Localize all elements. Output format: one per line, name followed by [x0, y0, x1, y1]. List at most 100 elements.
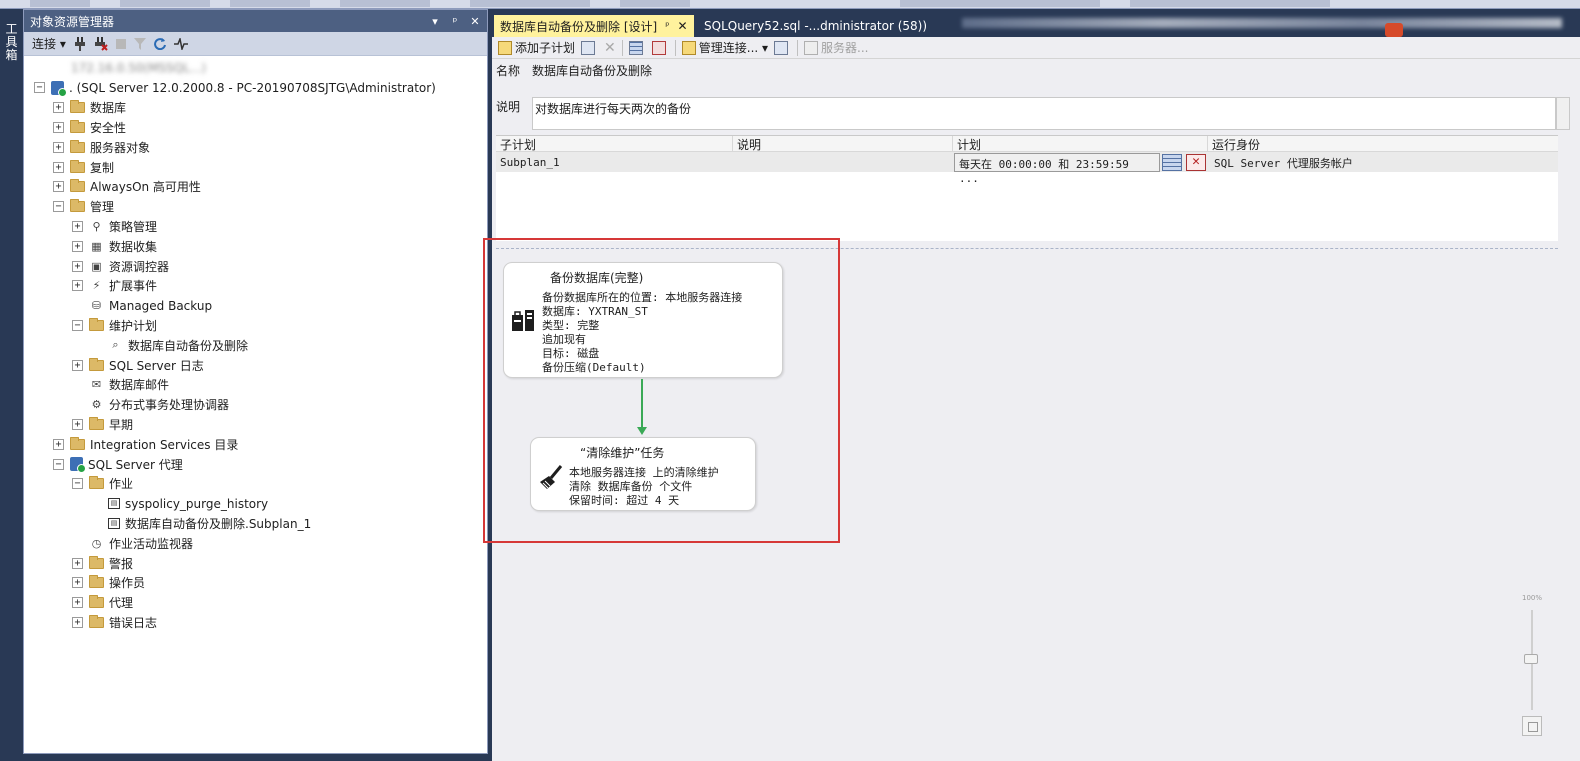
- servers-button[interactable]: 服务器...: [804, 39, 869, 56]
- tree-node[interactable]: + ▣ 资源调控器: [72, 256, 169, 276]
- description-scrollbar[interactable]: [1556, 97, 1570, 130]
- expand-icon[interactable]: +: [72, 220, 83, 232]
- activity-monitor-icon[interactable]: [173, 37, 188, 50]
- pin-icon[interactable]: ᵖ: [665, 21, 669, 32]
- precedence-connector[interactable]: [641, 379, 643, 429]
- tree-node[interactable]: ◷ 作业活动监视器: [72, 533, 193, 553]
- tree-node[interactable]: + 数据库: [53, 98, 126, 118]
- tree-node-label[interactable]: 管理: [90, 198, 114, 215]
- expand-icon[interactable]: +: [72, 557, 83, 569]
- tree-node-label[interactable]: 分布式事务处理协调器: [109, 396, 229, 413]
- tree-node[interactable]: + 代理: [72, 593, 133, 613]
- tree-node[interactable]: ⚙ 分布式事务处理协调器: [72, 395, 229, 415]
- column-header-run-as[interactable]: 运行身份: [1208, 136, 1558, 152]
- tree-node-label[interactable]: . (SQL Server 12.0.2000.8 - PC-20190708S…: [69, 81, 436, 95]
- tree-node-label[interactable]: 错误日志: [109, 614, 157, 631]
- expand-icon[interactable]: +: [53, 121, 64, 133]
- tree-node[interactable]: + 复制: [53, 157, 114, 177]
- run-as-cell[interactable]: SQL Server 代理服务帐户: [1214, 155, 1353, 171]
- manage-connections-button[interactable]: 管理连接... ▾: [681, 39, 768, 56]
- tree-node-label[interactable]: 作业活动监视器: [109, 535, 193, 552]
- tree-node-label[interactable]: 策略管理: [109, 218, 157, 235]
- tree-node-label[interactable]: 扩展事件: [109, 277, 157, 294]
- expand-icon[interactable]: +: [72, 597, 83, 609]
- expand-icon[interactable]: +: [53, 438, 64, 450]
- tree-node[interactable]: − 维护计划: [72, 315, 157, 335]
- tree-node[interactable]: + ▦ 数据收集: [72, 236, 157, 256]
- tree-node[interactable]: − . (SQL Server 12.0.2000.8 - PC-20190708…: [34, 78, 436, 98]
- tree-node-label[interactable]: Integration Services 目录: [90, 436, 238, 453]
- collapse-icon[interactable]: −: [53, 201, 64, 213]
- tree-node[interactable]: − 管理: [53, 197, 114, 217]
- refresh-icon[interactable]: [153, 37, 166, 50]
- tree-node[interactable]: + Integration Services 目录: [53, 434, 238, 454]
- tree-node[interactable]: ✉ 数据库邮件: [72, 375, 169, 395]
- tree-node-label[interactable]: 早期: [109, 416, 133, 433]
- tree-node[interactable]: ▤ syspolicy_purge_history: [91, 494, 268, 514]
- expand-icon[interactable]: +: [53, 161, 64, 173]
- remove-schedule-button[interactable]: ✕: [1186, 154, 1206, 171]
- connect-button[interactable]: 连接 ▾: [32, 35, 66, 52]
- expand-icon[interactable]: +: [72, 577, 83, 589]
- tab-label[interactable]: 数据库自动备份及删除 [设计]: [500, 18, 657, 35]
- tree-node-label[interactable]: 作业: [109, 475, 133, 492]
- tree-node-label[interactable]: Managed Backup: [109, 299, 212, 313]
- tab-sqlquery52[interactable]: SQLQuery52.sql -...dministrator (58)): [698, 15, 958, 37]
- zoom-slider-thumb[interactable]: [1524, 654, 1538, 664]
- tree-node[interactable]: 172.16.0.50(MSSQL...): [34, 58, 206, 78]
- cleanup-task[interactable]: “清除维护”任务 本地服务器连接 上的清除维护 清除 数据库备份 个文件 保留时…: [530, 437, 756, 511]
- expand-icon[interactable]: +: [72, 240, 83, 252]
- tree-node-label[interactable]: SQL Server 代理: [88, 456, 183, 473]
- tree-node-label[interactable]: 代理: [109, 594, 133, 611]
- tree-node[interactable]: ⛁ Managed Backup: [72, 296, 212, 316]
- expand-icon[interactable]: +: [53, 181, 64, 193]
- tab-maintenance-plan-design[interactable]: 数据库自动备份及删除 [设计] ᵖ ✕: [494, 15, 694, 37]
- toolbox-label[interactable]: 工具箱: [3, 23, 20, 62]
- design-canvas[interactable]: 备份数据库(完整) 备份数据库所在的位置: 本地服务器连接 数据库: YXTRA…: [483, 238, 1558, 756]
- column-header-description[interactable]: 说明: [733, 136, 953, 152]
- tree-node[interactable]: + 安全性: [53, 117, 126, 137]
- tree-node-label[interactable]: 服务器对象: [90, 139, 150, 156]
- schedule-calendar-button[interactable]: [1162, 154, 1182, 171]
- tree-node[interactable]: + ⚲ 策略管理: [72, 216, 157, 236]
- tree-node[interactable]: + AlwaysOn 高可用性: [53, 177, 201, 197]
- tree-node[interactable]: ▤ 数据库自动备份及删除.Subplan_1: [91, 513, 311, 533]
- tree-node[interactable]: + 早期: [72, 414, 133, 434]
- zoom-control[interactable]: 100%: [1518, 594, 1546, 744]
- disconnect-icon[interactable]: [94, 36, 108, 51]
- tree-node[interactable]: + ⚡ 扩展事件: [72, 276, 157, 296]
- expand-icon[interactable]: +: [53, 102, 64, 114]
- expand-icon[interactable]: +: [53, 141, 64, 153]
- tree-node-label[interactable]: syspolicy_purge_history: [125, 497, 268, 511]
- expand-icon[interactable]: +: [72, 616, 83, 628]
- tree-node[interactable]: + 错误日志: [72, 612, 157, 632]
- connect-plug-icon[interactable]: [74, 36, 86, 51]
- zoom-to-fit-icon[interactable]: [1522, 716, 1542, 736]
- tab-label[interactable]: SQLQuery52.sql -...dministrator (58)): [704, 19, 927, 33]
- tree-node-label[interactable]: 安全性: [90, 119, 126, 136]
- collapse-icon[interactable]: −: [53, 458, 64, 470]
- close-icon[interactable]: ✕: [677, 19, 687, 33]
- backup-database-task[interactable]: 备份数据库(完整) 备份数据库所在的位置: 本地服务器连接 数据库: YXTRA…: [503, 262, 783, 378]
- expand-icon[interactable]: +: [72, 418, 83, 430]
- tree-node-label[interactable]: 数据库自动备份及删除: [128, 337, 248, 354]
- tree-node-label[interactable]: 警报: [109, 555, 133, 572]
- tree-node-label[interactable]: 172.16.0.50(MSSQL...): [71, 61, 206, 75]
- tree-node[interactable]: + SQL Server 日志: [72, 355, 204, 375]
- tree-node[interactable]: − SQL Server 代理: [53, 454, 183, 474]
- expand-icon[interactable]: +: [72, 280, 83, 292]
- tree-node[interactable]: + 操作员: [72, 573, 145, 593]
- tree-node-label[interactable]: 复制: [90, 159, 114, 176]
- schedule-cell[interactable]: 每天在 00:00:00 和 23:59:59 ...: [954, 153, 1160, 185]
- table-row[interactable]: Subplan_1 每天在 00:00:00 和 23:59:59 ... ✕ …: [496, 152, 1558, 185]
- tree-node[interactable]: + 警报: [72, 553, 133, 573]
- collapse-icon[interactable]: −: [72, 478, 83, 490]
- tree-node-label[interactable]: 数据库: [90, 99, 126, 116]
- edit-properties-icon[interactable]: [581, 40, 596, 55]
- column-header-schedule[interactable]: 计划: [953, 136, 1208, 152]
- add-subplan-button[interactable]: 添加子计划: [498, 39, 575, 56]
- tree-node-label[interactable]: 操作员: [109, 574, 145, 591]
- collapse-icon[interactable]: −: [72, 319, 83, 331]
- tree-node-label[interactable]: 维护计划: [109, 317, 157, 334]
- calendar-icon[interactable]: [628, 40, 643, 55]
